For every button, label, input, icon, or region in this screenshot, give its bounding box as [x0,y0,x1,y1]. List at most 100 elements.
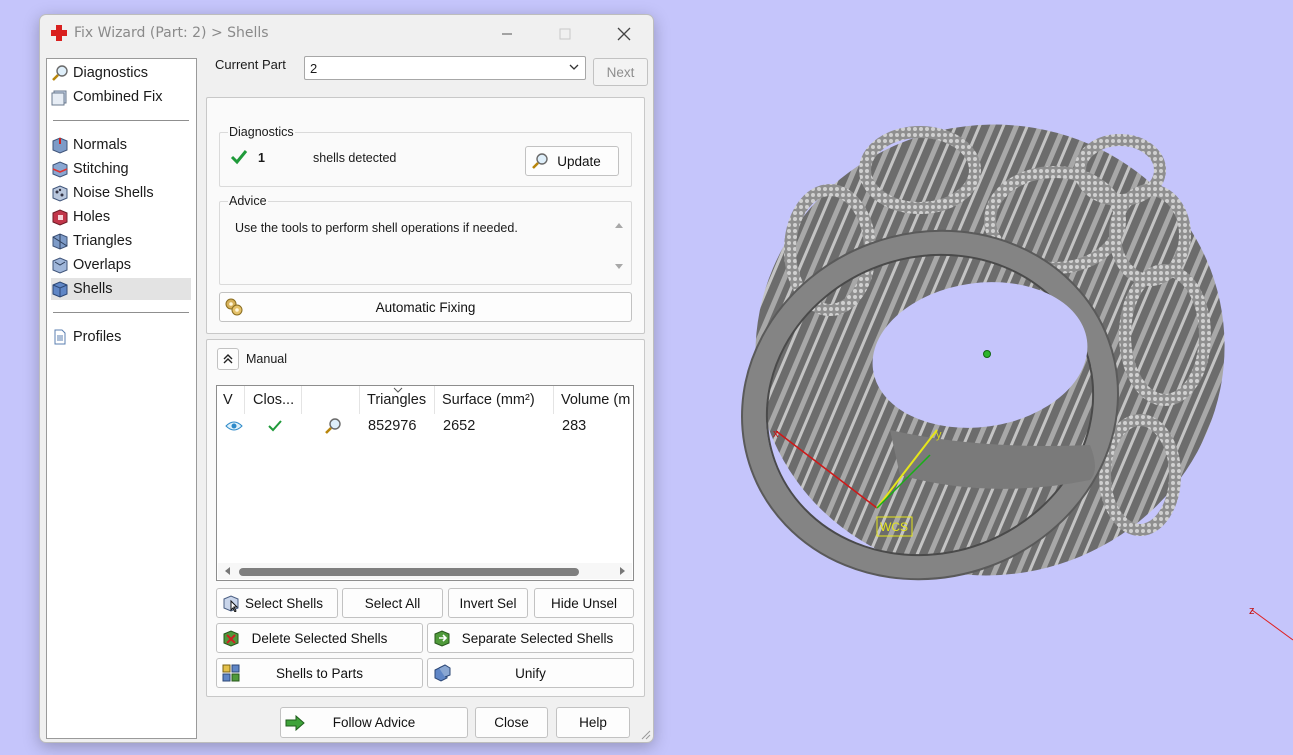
sidebar-item-triangles[interactable]: Triangles [51,230,191,252]
visibility-toggle[interactable] [219,414,247,438]
follow-advice-button[interactable]: Follow Advice [280,707,468,738]
sidebar-item-overlaps[interactable]: Overlaps [51,254,191,276]
sidebar-divider [53,120,189,121]
advice-text: Use the tools to perform shell operation… [235,221,518,235]
shells-to-parts-button[interactable]: Shells to Parts [216,658,423,688]
shells-cube-icon [51,280,69,298]
sidebar-item-label: Holes [73,209,111,225]
shell-count: 1 [258,151,265,165]
shells-to-parts-icon [221,663,241,683]
closed-status [261,414,301,438]
hide-unselected-button[interactable]: Hide Unsel [534,588,634,618]
chevron-down-icon [569,64,579,70]
gears-icon [224,297,244,317]
sidebar-item-label: Overlaps [73,257,132,273]
minimize-icon [502,33,512,35]
advice-group: Advice Use the tools to perform shell op… [219,194,632,285]
sidebar-item-label: Diagnostics [73,65,148,81]
sort-desc-icon [393,387,403,393]
column-header[interactable]: Clos... [247,386,302,414]
minimize-button[interactable] [484,21,530,47]
next-button[interactable]: Next [593,58,648,86]
select-all-button[interactable]: Select All [342,588,443,618]
help-button[interactable]: Help [556,707,630,738]
delete-selected-label: Delete Selected Shells [251,630,388,646]
sidebar-item-combined-fix[interactable]: Combined Fix [51,86,191,108]
sidebar-item-label: Triangles [73,233,133,249]
sidebar-item-label: Stitching [73,161,129,177]
separate-selected-shells-button[interactable]: Separate Selected Shells [427,623,634,653]
normals-cube-icon [51,136,69,154]
title-bar[interactable]: Fix Wizard (Part: 2) > Shells [40,15,653,51]
magnifier-icon [325,418,341,434]
current-part-select[interactable]: 2 [304,56,586,80]
select-shells-label: Select Shells [244,595,324,611]
unify-button[interactable]: Unify [427,658,634,688]
column-header[interactable]: Surface (mm²) [436,386,554,414]
sidebar-item-stitching[interactable]: Stitching [51,158,191,180]
shells-detected-text: shells detected [313,151,397,165]
update-button[interactable]: Update [525,146,619,176]
surface-cell: 2652 [443,418,476,434]
delete-selected-shells-button[interactable]: Delete Selected Shells [216,623,423,653]
double-chevron-up-icon [223,354,233,364]
shells-to-parts-label: Shells to Parts [275,665,364,681]
separate-selected-label: Separate Selected Shells [461,630,614,646]
sidebar-item-label: Profiles [73,329,122,345]
triangles-cube-icon [51,232,69,250]
sidebar-item-holes[interactable]: Holes [51,206,191,228]
sidebar-item-normals[interactable]: Normals [51,134,191,156]
stitching-cube-icon [51,160,69,178]
scroll-left-icon[interactable] [223,566,231,576]
separate-shell-icon [432,628,452,648]
delete-shell-icon [221,628,241,648]
sidebar-item-diagnostics[interactable]: Diagnostics [51,62,191,84]
maximize-icon [559,28,571,40]
automatic-fixing-label: Automatic Fixing [375,299,476,315]
arrow-right-icon [285,713,305,733]
close-icon [617,27,631,41]
sidebar-item-profiles[interactable]: Profiles [51,326,191,348]
current-part-value: 2 [310,61,318,76]
select-shells-button[interactable]: Select Shells [216,588,338,618]
column-header-triangles[interactable]: Triangles [361,386,435,414]
checkmark-icon [268,420,282,432]
advice-title: Advice [228,194,268,208]
window-title: Fix Wizard (Part: 2) > Shells [74,25,269,41]
sidebar-item-shells[interactable]: Shells [51,278,191,300]
sidebar-item-noise-shells[interactable]: Noise Shells [51,182,191,204]
shells-table: V Clos... Triangles Surface (mm²) Volume… [216,385,634,581]
diagnostics-group: Diagnostics 1 shells detected Update [219,125,632,187]
collapse-manual-button[interactable] [217,348,239,370]
inspect-shell-button[interactable] [318,414,358,438]
column-header[interactable] [304,386,360,414]
scrollbar-thumb[interactable] [239,568,579,576]
close-button[interactable]: Close [475,707,548,738]
wizard-sidebar: Diagnostics Combined Fix Normals Stitchi… [46,58,197,739]
maximize-button[interactable] [542,21,588,47]
close-window-button[interactable] [601,21,647,47]
table-horizontal-scrollbar[interactable] [218,563,632,579]
advice-scrollbar[interactable] [612,216,626,276]
triangles-cell: 852976 [368,418,417,434]
sidebar-item-label: Normals [73,137,127,153]
invert-selection-button[interactable]: Invert Sel [448,588,528,618]
update-label: Update [557,153,601,169]
column-header[interactable]: V [217,386,245,414]
overlaps-cube-icon [51,256,69,274]
axis-z-label: z [1249,605,1255,617]
axis-x-label: x [773,428,779,440]
column-header[interactable]: Volume (m [555,386,633,414]
app-cross-icon [51,25,67,41]
magnifier-icon [51,64,69,82]
diagnostics-title: Diagnostics [228,125,295,139]
scroll-right-icon[interactable] [619,566,627,576]
sidebar-divider [53,312,189,313]
document-icon [51,328,69,346]
resize-grip-icon[interactable] [639,728,651,740]
cube-stack-icon [51,88,69,106]
advice-textbox: Use the tools to perform shell operation… [223,214,609,278]
axis-y-label: y [936,429,942,441]
unify-icon [432,663,452,683]
automatic-fixing-button[interactable]: Automatic Fixing [219,292,632,322]
